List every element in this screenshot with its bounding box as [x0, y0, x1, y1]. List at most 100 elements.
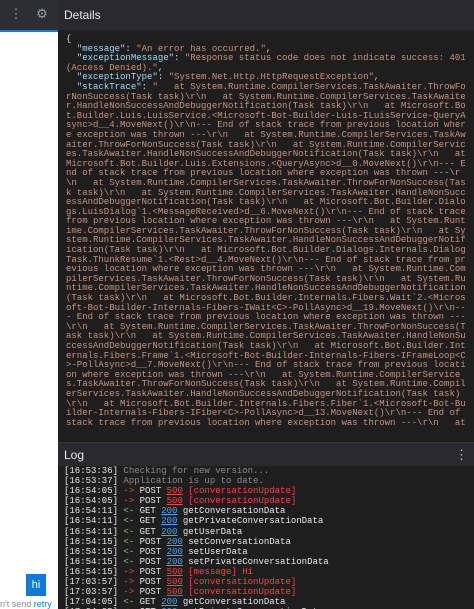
log-text: GET: [139, 597, 162, 608]
log-timestamp: [16:53:36]: [64, 466, 124, 476]
retry-link[interactable]: retry: [34, 599, 52, 609]
log-entry: [16:54:11] <- GET 200 getConversationDat…: [64, 506, 470, 516]
log-entry: [16:54:11] <- GET 200 getUserData: [64, 527, 470, 537]
status-code-link[interactable]: 200: [167, 537, 183, 547]
log-text: getPrivateConversationData: [177, 516, 324, 527]
status-code-link[interactable]: 200: [161, 506, 177, 516]
status-code-link[interactable]: 500: [167, 577, 183, 587]
log-timestamp: [16:53:37]: [64, 476, 124, 487]
json-punct: :: [141, 81, 153, 92]
log-text: <-: [123, 597, 140, 608]
log-timestamp: [17:03:57]: [64, 587, 124, 598]
log-title: Log: [64, 447, 85, 462]
log-text: POST: [139, 556, 167, 567]
json-key: "message": [66, 43, 126, 54]
log-text: getConversationData: [177, 506, 286, 517]
log-text: ->: [123, 577, 140, 588]
log-text: GET: [139, 506, 162, 517]
log-timestamp: [16:54:15]: [64, 556, 124, 567]
log-text: ->: [123, 587, 140, 598]
log-text: <-: [123, 526, 140, 537]
log-text: setUserData: [182, 546, 248, 557]
log-text: POST: [139, 587, 167, 598]
log-text: [conversationUpdate]: [182, 496, 297, 507]
settings-icon[interactable]: ⚙: [32, 4, 52, 24]
log-entry: [16:53:37] Application is up to date.: [64, 476, 470, 486]
status-code-link[interactable]: 200: [161, 597, 177, 607]
inspector-pane: Details { "message": "An error has occur…: [58, 0, 474, 609]
log-text: GET: [139, 516, 162, 527]
status-code-link[interactable]: 200: [167, 547, 183, 557]
chat-accent-bar: [0, 30, 58, 32]
log-text: <-: [123, 546, 140, 557]
log-timestamp: [16:54:15]: [64, 566, 124, 577]
log-timestamp: [16:54:05]: [64, 496, 124, 507]
log-entry: [16:54:05] -> POST 500 [conversationUpda…: [64, 486, 470, 496]
status-code-link[interactable]: 200: [161, 527, 177, 537]
log-entry: [16:54:15] <- POST 200 setPrivateConvers…: [64, 557, 470, 567]
log-entry: [16:54:15] <- POST 200 setConversationDa…: [64, 537, 470, 547]
log-text: <-: [123, 556, 140, 567]
log-text: POST: [139, 536, 167, 547]
chat-pane: ⋮ ⚙ hi n't send retry: [0, 0, 58, 609]
status-code-link[interactable]: 500: [167, 587, 183, 597]
log-text: POST: [139, 486, 167, 497]
send-status-text: n't send: [0, 599, 32, 609]
status-code-link[interactable]: 500: [167, 567, 183, 577]
chat-toolbar: ⋮ ⚙: [0, 0, 58, 30]
log-timestamp: [16:54:15]: [64, 546, 124, 557]
json-punct: ,: [265, 43, 272, 54]
log-timestamp: [16:54:15]: [64, 536, 124, 547]
log-text: [message] Hi: [182, 566, 254, 577]
log-header: Log ⋮: [58, 442, 474, 466]
json-punct: ,: [157, 62, 164, 73]
log-text: POST: [139, 566, 167, 577]
log-text: getUserData: [177, 526, 243, 537]
more-vertical-icon[interactable]: ⋮: [6, 4, 26, 24]
json-string: "An error has occurred.": [136, 43, 266, 54]
log-text: POST: [139, 496, 167, 507]
log-timestamp: [17:04:05]: [64, 597, 124, 608]
log-text: ->: [123, 566, 140, 577]
log-entry: [17:03:57] -> POST 500 [conversationUpda…: [64, 587, 470, 597]
log-text: <-: [123, 516, 140, 527]
json-string: " at System.Runtime.CompilerServices.Tas…: [66, 81, 472, 428]
log-text: Checking for new version...: [123, 466, 270, 476]
log-entry: [17:03:57] -> POST 500 [conversationUpda…: [64, 577, 470, 587]
details-json-view[interactable]: { "message": "An error has occurred.", "…: [58, 30, 474, 442]
status-code-link[interactable]: 500: [167, 496, 183, 506]
log-text: ->: [123, 486, 140, 497]
log-text: Application is up to date.: [123, 476, 264, 487]
log-text: [conversationUpdate]: [182, 587, 297, 598]
status-code-link[interactable]: 200: [161, 516, 177, 526]
json-punct: ,: [373, 72, 380, 83]
log-entry: [16:53:36] Checking for new version...: [64, 466, 470, 476]
user-message-bubble[interactable]: hi: [26, 574, 46, 596]
log-timestamp: [17:03:57]: [64, 577, 124, 588]
log-timestamp: [16:54:11]: [64, 506, 124, 517]
log-text: POST: [139, 577, 167, 588]
status-code-link[interactable]: 500: [167, 486, 183, 496]
json-key: "exceptionType": [66, 72, 158, 83]
json-punct: {: [66, 34, 72, 44]
log-view[interactable]: [16:53:36] Checking for new version... [1…: [58, 466, 474, 609]
log-text: ->: [123, 496, 140, 507]
log-text: <-: [123, 536, 140, 547]
json-string: "System.Net.Http.HttpRequestException": [168, 72, 374, 83]
more-vertical-icon[interactable]: ⋮: [455, 447, 468, 463]
log-timestamp: [16:54:05]: [64, 486, 124, 497]
log-text: [conversationUpdate]: [182, 577, 297, 588]
log-entry: [16:54:15] <- POST 200 setUserData: [64, 547, 470, 557]
details-header: Details: [58, 0, 474, 30]
json-line: "exceptionMessage": "Response status cod…: [66, 53, 470, 73]
log-entry: [16:54:15] -> POST 500 [message] Hi: [64, 567, 470, 577]
json-line: "stackTrace": " at System.Runtime.Compil…: [66, 81, 472, 428]
log-text: [conversationUpdate]: [182, 486, 297, 497]
log-text: <-: [123, 506, 140, 517]
log-timestamp: [16:54:11]: [64, 516, 124, 527]
status-code-link[interactable]: 200: [167, 557, 183, 567]
log-entry: [16:54:05] -> POST 500 [conversationUpda…: [64, 496, 470, 506]
send-status: n't send retry: [0, 599, 52, 609]
log-text: setPrivateConversationData: [182, 556, 329, 567]
json-key: "stackTrace": [66, 81, 142, 92]
